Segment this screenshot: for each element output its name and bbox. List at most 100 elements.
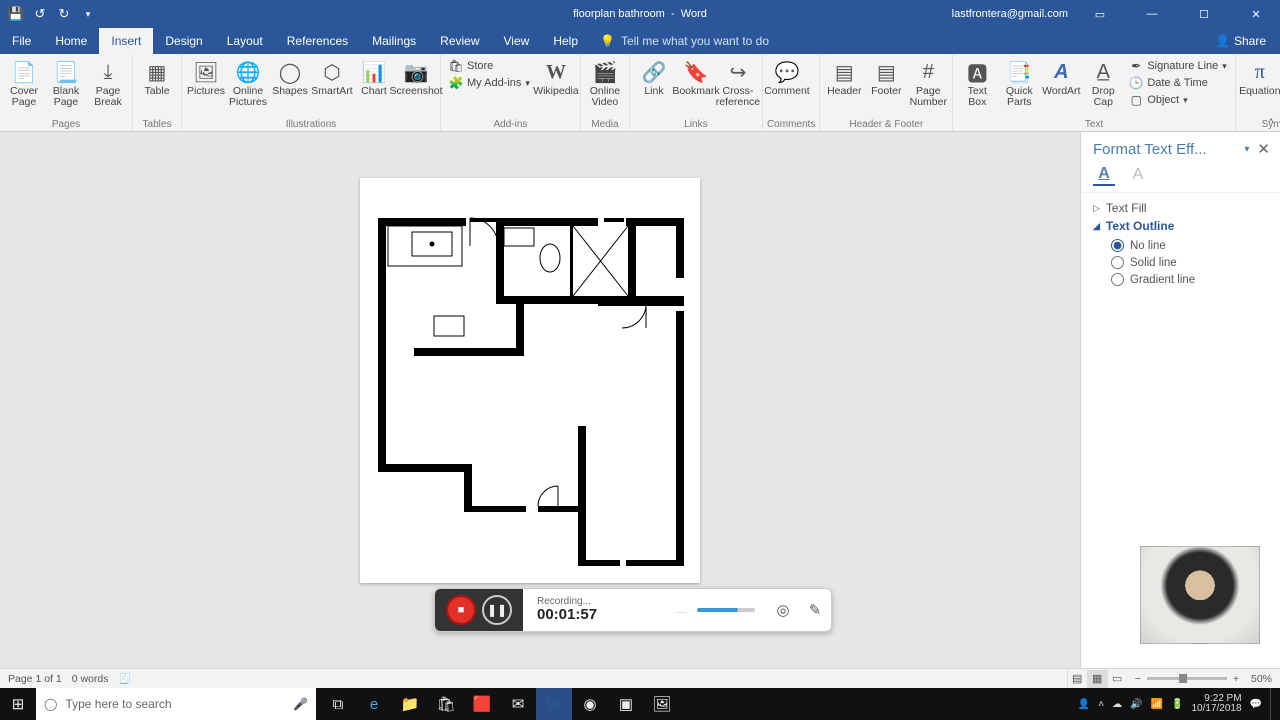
mic-icon[interactable]: 🎤 [293, 697, 308, 711]
shapes-button[interactable]: ◯Shapes [270, 56, 310, 97]
cover-page-button[interactable]: 📄Cover Page [4, 56, 44, 108]
status-words[interactable]: 0 words [72, 673, 109, 685]
annotate-pencil-icon[interactable]: ✎ [803, 598, 827, 622]
tab-review[interactable]: Review [428, 28, 491, 54]
tab-mailings[interactable]: Mailings [360, 28, 428, 54]
minimize-icon[interactable]: — [1132, 0, 1172, 28]
comment-button[interactable]: 💬Comment [767, 56, 807, 97]
status-page[interactable]: Page 1 of 1 [8, 673, 62, 685]
clock[interactable]: 9:22 PM 10/17/2018 [1191, 694, 1241, 714]
redo-icon[interactable]: ↻ [54, 4, 74, 24]
page[interactable] [360, 178, 700, 583]
webcam-toggle-icon[interactable]: ◎ [771, 598, 795, 622]
radio-no-line[interactable]: No line [1111, 239, 1268, 252]
record-pause-button[interactable]: ❚❚ [482, 595, 512, 625]
blank-page-button[interactable]: 📃Blank Page [46, 56, 86, 108]
photos-icon[interactable]: 🖼 [644, 688, 680, 720]
zoom-in-icon[interactable]: + [1233, 673, 1239, 685]
date-time-button[interactable]: 🕒Date & Time [1125, 75, 1230, 91]
view-web-layout-icon[interactable]: ▭ [1107, 670, 1127, 688]
save-icon[interactable]: 💾 [6, 4, 26, 24]
record-stop-button[interactable]: ■ [446, 595, 476, 625]
object-button[interactable]: ▢Object▾ [1125, 92, 1230, 108]
volume-icon[interactable]: 🔊 [1130, 699, 1142, 710]
spellcheck-icon[interactable]: 🧾 [118, 672, 131, 685]
page-break-button[interactable]: ⤓Page Break [88, 56, 128, 108]
online-video-button[interactable]: 🎬Online Video [585, 56, 625, 108]
panel-menu-icon[interactable]: ▾ [1244, 144, 1249, 155]
chart-button[interactable]: 📊Chart [354, 56, 394, 97]
app2-icon[interactable]: ▣ [608, 688, 644, 720]
footer-button[interactable]: ▤Footer [866, 56, 906, 97]
onedrive-icon[interactable]: ☁ [1112, 699, 1122, 710]
network-icon[interactable]: 📶 [1151, 699, 1163, 710]
word-app-icon[interactable]: W [536, 688, 572, 720]
signature-line-button[interactable]: ✒Signature Line▾ [1125, 58, 1230, 74]
header-button[interactable]: ▤Header [824, 56, 864, 97]
close-icon[interactable]: ✕ [1236, 0, 1276, 28]
app-icon[interactable]: 🟥 [464, 688, 500, 720]
table-button[interactable]: ▦Table [137, 56, 177, 97]
account-email[interactable]: lastfrontera@gmail.com [952, 8, 1068, 20]
edge-icon[interactable]: e [356, 688, 392, 720]
qat-more-icon[interactable]: ▾ [78, 4, 98, 24]
undo-icon[interactable]: ↺ [30, 4, 50, 24]
online-pictures-button[interactable]: 🌐Online Pictures [228, 56, 268, 108]
equation-button[interactable]: πEquation [1240, 56, 1280, 97]
ribbon-display-icon[interactable]: ▭ [1080, 0, 1120, 28]
link-button[interactable]: 🔗Link [634, 56, 674, 97]
chrome-icon[interactable]: ◉ [572, 688, 608, 720]
smartart-button[interactable]: ⬡SmartArt [312, 56, 352, 97]
maximize-icon[interactable]: ☐ [1184, 0, 1224, 28]
tab-text-effects-icon[interactable]: A [1127, 164, 1149, 186]
webcam-preview[interactable] [1140, 546, 1260, 644]
page-number-button[interactable]: #Page Number [908, 56, 948, 108]
text-box-button[interactable]: 🅰Text Box [957, 56, 997, 108]
bookmark-button[interactable]: 🔖Bookmark [676, 56, 716, 97]
zoom-out-icon[interactable]: − [1135, 673, 1141, 685]
more-icon[interactable]: .... [676, 605, 687, 616]
zoom-level[interactable]: 50% [1251, 673, 1272, 685]
tab-view[interactable]: View [492, 28, 542, 54]
notifications-icon[interactable]: 💬 [1250, 699, 1262, 710]
pictures-button[interactable]: 🖼Pictures [186, 56, 226, 97]
taskbar-search[interactable]: ◯ Type here to search 🎤 [36, 688, 316, 720]
wordart-button[interactable]: AWordArt [1041, 56, 1081, 97]
tab-layout[interactable]: Layout [215, 28, 275, 54]
screenshot-button[interactable]: 📷Screenshot [396, 56, 436, 97]
tab-references[interactable]: References [275, 28, 360, 54]
collapse-ribbon-icon[interactable]: ˄ [1268, 116, 1274, 127]
show-desktop[interactable] [1270, 688, 1276, 720]
quick-parts-button[interactable]: 📑Quick Parts [999, 56, 1039, 108]
radio-solid-line[interactable]: Solid line [1111, 256, 1268, 269]
view-read-mode-icon[interactable]: ▤ [1067, 670, 1087, 688]
battery-icon[interactable]: 🔋 [1171, 699, 1183, 710]
section-text-outline[interactable]: ◢Text Outline [1093, 217, 1268, 235]
mail-icon[interactable]: ✉ [500, 688, 536, 720]
volume-slider[interactable] [697, 608, 755, 612]
tab-home[interactable]: Home [43, 28, 99, 54]
zoom-control[interactable]: − + 50% [1135, 673, 1272, 685]
panel-close-icon[interactable]: ✕ [1257, 140, 1270, 158]
people-icon[interactable]: 👤 [1078, 699, 1090, 710]
tab-design[interactable]: Design [153, 28, 214, 54]
tab-file[interactable]: File [0, 28, 43, 54]
screen-recorder-toolbar[interactable]: ■ ❚❚ Recording... 00:01:57 .... ◎ ✎ [434, 588, 832, 632]
start-button[interactable]: ⊞ [0, 688, 36, 720]
drop-cap-button[interactable]: A̲Drop Cap [1083, 56, 1123, 108]
floorplan-image[interactable] [370, 188, 690, 568]
file-explorer-icon[interactable]: 📁 [392, 688, 428, 720]
store-button[interactable]: 🛍Store [445, 58, 534, 74]
tab-insert[interactable]: Insert [99, 28, 153, 54]
view-print-layout-icon[interactable]: ▦ [1087, 670, 1107, 688]
cross-reference-button[interactable]: ↪Cross- reference [718, 56, 758, 108]
tray-up-icon[interactable]: ˄ [1098, 699, 1104, 710]
wikipedia-button[interactable]: WWikipedia [536, 56, 576, 97]
my-addins-button[interactable]: 🧩My Add-ins▾ [445, 75, 534, 91]
tell-me-search[interactable]: 💡 Tell me what you want to do [600, 28, 769, 54]
share-button[interactable]: 👤 Share [1215, 28, 1280, 54]
task-view-icon[interactable]: ⧉ [320, 688, 356, 720]
tab-text-fill-outline-icon[interactable]: A [1093, 164, 1115, 186]
store-icon[interactable]: 🛍 [428, 688, 464, 720]
section-text-fill[interactable]: ▷Text Fill [1093, 199, 1268, 217]
